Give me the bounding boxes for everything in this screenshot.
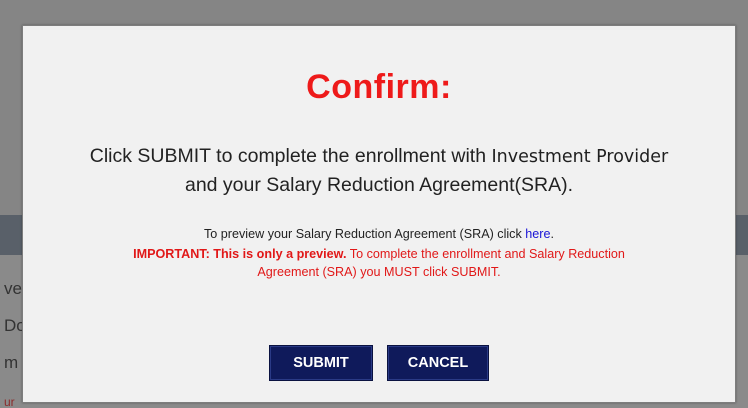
dialog-message: Click SUBMIT to complete the enrollment … (23, 142, 735, 199)
important-notice: IMPORTANT: This is only a preview. To co… (23, 245, 735, 281)
message-text-line2: and your Salary Reduction Agreement(SRA)… (184, 174, 574, 196)
important-label: IMPORTANT: This is only a preview. (133, 247, 347, 261)
background-text-fragment: ve (4, 279, 22, 298)
preview-here-link[interactable]: here (525, 227, 550, 241)
submit-button[interactable]: SUBMIT (269, 345, 373, 381)
background-text-fragment: ur (4, 395, 15, 408)
important-text-line2: Agreement (SRA) you MUST click SUBMIT. (257, 265, 501, 279)
preview-end: . (550, 227, 555, 241)
message-text: Click SUBMIT to complete the enrollment … (89, 145, 492, 167)
background-text-fragment: m (4, 353, 19, 372)
dialog-buttons: SUBMIT CANCEL (23, 345, 735, 381)
preview-line: To preview your Salary Reduction Agreeme… (23, 227, 735, 241)
important-text: To complete the enrollment and Salary Re… (346, 247, 625, 261)
dialog-title: Confirm: (306, 68, 452, 106)
cancel-button[interactable]: CANCEL (387, 345, 489, 381)
confirm-dialog: Confirm: Click SUBMIT to complete the en… (22, 25, 736, 403)
preview-text: To preview your Salary Reduction Agreeme… (204, 227, 526, 241)
provider-name: Investment Provider (491, 147, 669, 167)
